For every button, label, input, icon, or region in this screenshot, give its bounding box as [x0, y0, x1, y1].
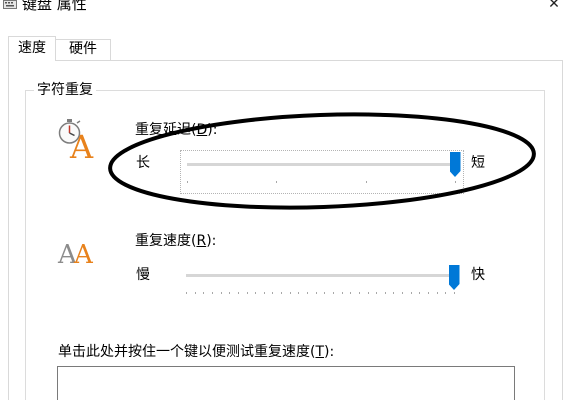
tick-mark: [276, 181, 277, 183]
tick-mark: [187, 181, 188, 183]
tick-mark: [350, 292, 351, 294]
slider-track[interactable]: [187, 163, 455, 166]
tab-label: 硬件: [69, 41, 97, 57]
tick-mark: [281, 292, 282, 294]
label-text: 重复延迟(: [135, 122, 197, 138]
keyboard-body: [3, 0, 17, 9]
label-text: ):: [206, 233, 217, 249]
tick-mark: [255, 292, 256, 294]
tick-mark: [195, 292, 196, 294]
tick-mark: [238, 292, 239, 294]
tick-mark: [324, 292, 325, 294]
label-text: ):: [207, 122, 218, 138]
tick-mark: [454, 292, 455, 294]
tab-speed[interactable]: 速度: [8, 36, 56, 61]
access-key: R: [196, 233, 207, 249]
group-title: 字符重复: [34, 82, 96, 98]
tick-mark: [247, 292, 248, 294]
keyboard-icon: [3, 0, 17, 9]
tick-mark: [437, 292, 438, 294]
tab-label: 速度: [18, 40, 46, 56]
slider-min-label: 慢: [136, 267, 150, 283]
tick-mark: [229, 292, 230, 294]
access-key: T: [315, 344, 325, 360]
tick-mark: [290, 292, 291, 294]
repeat-rate-icon: A A: [57, 240, 94, 266]
close-icon[interactable]: ✕: [546, 0, 562, 11]
stopwatch-crown: [67, 119, 72, 122]
tick-mark: [402, 292, 403, 294]
stopwatch-button: [76, 120, 81, 124]
tick-mark: [203, 292, 204, 294]
repeat-delay-slider[interactable]: [180, 150, 464, 194]
keyboard-key: [11, 2, 13, 4]
tick-mark: [307, 292, 308, 294]
tick-mark: [368, 292, 369, 294]
keyboard-key: [5, 2, 7, 4]
repeat-rate-slider[interactable]: [180, 262, 464, 298]
tick-mark: [419, 292, 420, 294]
tick-mark: [366, 181, 367, 183]
icon-letter: A: [69, 128, 94, 162]
tick-mark: [221, 292, 222, 294]
tick-mark: [333, 292, 334, 294]
tick-mark: [411, 292, 412, 294]
test-area-label: 单击此处并按住一个键以便测试重复速度(T):: [58, 344, 334, 360]
icon-letter: A: [73, 240, 94, 266]
label-text: 单击此处并按住一个键以便测试重复速度(: [58, 344, 316, 360]
tick-mark: [298, 292, 299, 294]
tick-mark: [186, 292, 187, 294]
repeat-delay-label: 重复延迟(D):: [135, 122, 217, 138]
access-key: D: [196, 122, 208, 138]
tick-mark: [272, 292, 273, 294]
title-bar: 键盘 属性 ✕: [0, 0, 573, 20]
stopwatch-icon: A: [58, 119, 94, 162]
slider-thumb[interactable]: [448, 265, 460, 290]
window-title: 键盘 属性: [22, 0, 87, 13]
tick-mark: [316, 292, 317, 294]
repeat-rate-label: 重复速度(R):: [135, 233, 216, 249]
slider-max-label: 快: [471, 267, 485, 283]
keyboard-properties-dialog: 键盘 属性 ✕ 速度 硬件 字符重复 A 重复延迟(D): 长 短 A A 重复…: [0, 0, 573, 400]
repeat-test-input[interactable]: [57, 366, 515, 400]
tick-mark: [455, 181, 456, 183]
slider-max-label: 短: [471, 155, 485, 171]
tick-mark: [212, 292, 213, 294]
tick-mark: [445, 292, 446, 294]
keyboard-key: [8, 2, 10, 4]
tick-mark: [342, 292, 343, 294]
label-text: ):: [324, 344, 335, 360]
tick-mark: [428, 292, 429, 294]
tick-mark: [393, 292, 394, 294]
tick-mark: [264, 292, 265, 294]
slider-thumb[interactable]: [449, 152, 461, 177]
tab-hardware[interactable]: 硬件: [56, 39, 111, 60]
keyboard-key: [6, 5, 14, 7]
slider-min-label: 长: [136, 155, 150, 171]
tick-mark: [359, 292, 360, 294]
label-text: 重复速度(: [135, 233, 197, 249]
tick-mark: [376, 292, 377, 294]
tick-mark: [385, 292, 386, 294]
slider-track[interactable]: [186, 274, 454, 277]
